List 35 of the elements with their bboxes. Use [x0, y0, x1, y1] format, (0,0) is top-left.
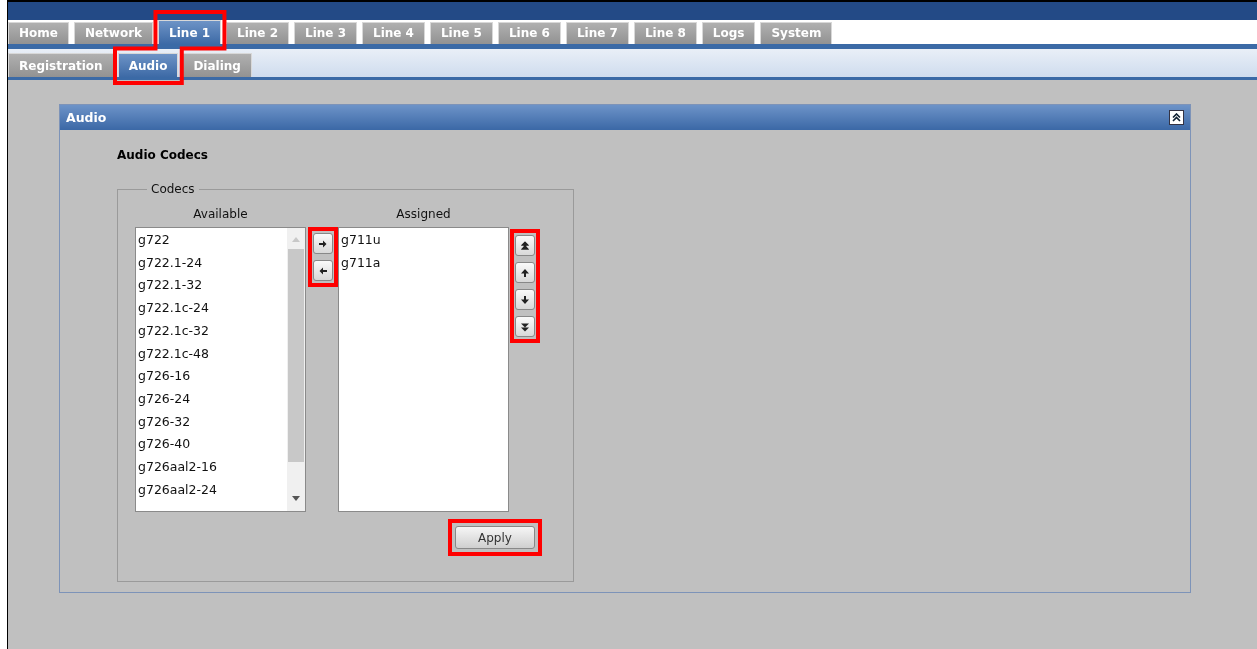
apply-button[interactable]: Apply	[455, 526, 535, 549]
list-item[interactable]: g722.1-32	[136, 274, 287, 298]
section-title: Audio Codecs	[117, 148, 209, 162]
list-item[interactable]: g722.1-24	[136, 251, 287, 275]
list-item[interactable]: g722.1c-32	[136, 319, 287, 343]
move-up-button[interactable]	[515, 262, 535, 283]
codec-list[interactable]: g722 g722.1-24 g722.1-32 g722.1c-24 g722.1c-32 g722.1c-48 g726-16 g726-24 g726-32 g726-40 g726aal2-16 g726aal2-24	[135, 227, 306, 512]
list-item[interactable]: g726-40	[136, 433, 287, 457]
tab[interactable]: Audio	[117, 53, 179, 77]
list-item[interactable]: g726aal2-16	[136, 456, 287, 479]
list-heading: Assigned	[396, 206, 451, 222]
list-item[interactable]: g726-16	[136, 365, 287, 388]
down-arrow-icon	[519, 293, 531, 306]
codec-list[interactable]: g711u g711a	[338, 227, 509, 512]
double-up-arrow-icon	[519, 239, 531, 252]
move-top-button[interactable]	[515, 235, 535, 256]
add-button[interactable]	[313, 233, 333, 254]
list-item[interactable]: g711u	[339, 229, 508, 252]
panel-title: Audio	[66, 110, 107, 125]
move-bottom-button[interactable]	[515, 316, 535, 337]
list-item[interactable]: g711a	[339, 251, 508, 275]
list-item[interactable]: g726-32	[136, 410, 287, 434]
list-item[interactable]: g726aal2-24	[136, 478, 287, 502]
collapse-button[interactable]	[1169, 110, 1184, 125]
list-heading: Available	[193, 206, 248, 222]
remove-button[interactable]	[313, 260, 333, 281]
list-item[interactable]: g722	[136, 229, 287, 252]
collapse-icon	[1172, 113, 1181, 122]
list-item[interactable]: g722.1c-24	[136, 297, 287, 320]
tab[interactable]: Line 1	[158, 20, 222, 44]
list-item[interactable]: g722.1c-48	[136, 342, 287, 366]
move-down-button[interactable]	[515, 289, 535, 310]
group-legend: Codecs	[147, 182, 199, 196]
scrollbar[interactable]	[287, 228, 305, 511]
list-item[interactable]: g726-24	[136, 387, 287, 411]
